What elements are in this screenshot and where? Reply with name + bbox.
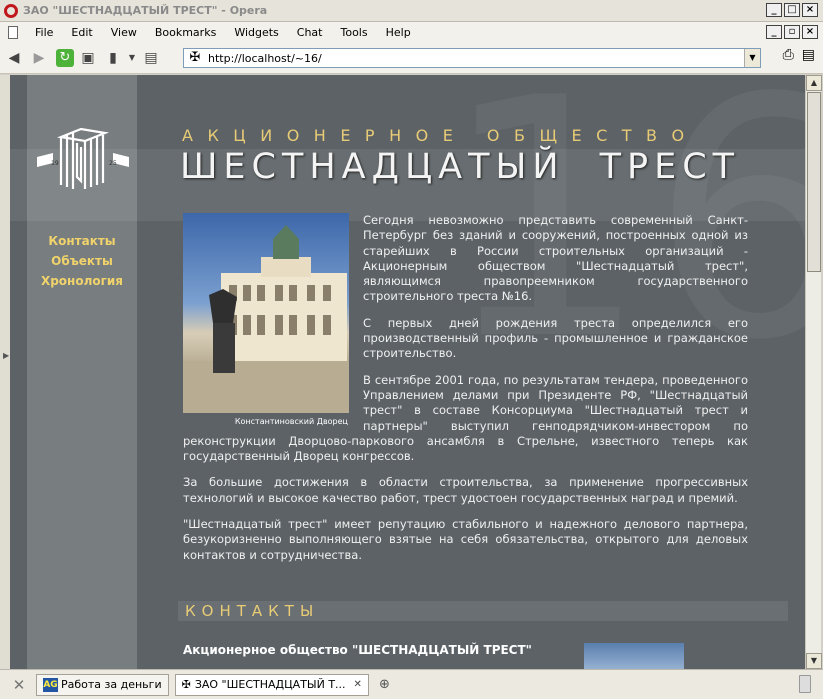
menu-widgets[interactable]: Widgets (225, 26, 287, 39)
paragraph-4: За большие достижения в области строител… (183, 475, 748, 505)
panel-icon[interactable]: ▤ (140, 47, 162, 69)
address-dropdown-icon[interactable]: ▼ (744, 49, 760, 67)
reload-icon[interactable]: ↻ (56, 48, 74, 67)
trash-can-icon[interactable] (799, 675, 811, 693)
tab-work-for-money[interactable]: AG Работа за деньги (36, 673, 169, 696)
logo-year-left: 19 (51, 160, 59, 167)
menu-file[interactable]: File (26, 26, 62, 39)
window-title: ЗАО "ШЕСТНАДЦАТЫЙ ТРЕСТ" - Opera (23, 4, 268, 17)
address-input[interactable]: http://localhost/~16/ (208, 52, 744, 65)
new-tab-icon[interactable]: ⊕ (379, 677, 390, 692)
window-controls: _ □ × (766, 3, 818, 17)
menu-edit[interactable]: Edit (62, 26, 101, 39)
menu-chat[interactable]: Chat (288, 26, 332, 39)
maximize-button[interactable]: □ (784, 3, 800, 17)
palace-photo-figure: Константиновский Дворец (183, 213, 349, 429)
scroll-up-icon[interactable]: ▲ (806, 75, 822, 91)
main-content: Константиновский Дворец Сегодня невозмож… (183, 213, 748, 574)
photo-caption: Константиновский Дворец (234, 417, 348, 426)
menu-tools[interactable]: Tools (332, 26, 377, 39)
company-name: Акционерное общество "ШЕСТНАДЦАТЫЙ ТРЕСТ… (183, 643, 532, 657)
navigation-toolbar: ◀ ▶ ↻ ▣ ▮ ▼ ▤ ✠ http://localhost/~16/ ▼ … (0, 42, 823, 74)
doc-close-button[interactable]: × (802, 25, 818, 39)
close-button[interactable]: × (802, 3, 818, 17)
camera-icon[interactable]: ▣ (77, 47, 99, 69)
back-arrow-icon[interactable]: ◀ (3, 47, 25, 69)
page-title: ШЕСТНАДЦАТЫЙ ТРЕСТ (180, 147, 741, 187)
site-cross-icon: ✠ (189, 50, 201, 65)
dropdown-arrow-icon[interactable]: ▼ (127, 47, 137, 69)
menu-help[interactable]: Help (377, 26, 420, 39)
menu-bookmarks[interactable]: Bookmarks (146, 26, 225, 39)
print-icon[interactable]: ⎙ (783, 47, 794, 63)
logo-year-right: 25 (109, 160, 117, 167)
palace-photo (183, 213, 349, 413)
toolbar-right: ⎙ ▤ (783, 47, 815, 63)
tab-close-icon[interactable]: ✕ (354, 679, 362, 690)
minimize-button[interactable]: _ (766, 3, 782, 17)
panel-grip[interactable]: ▶ (0, 75, 10, 669)
tab-label: Работа за деньги (61, 678, 162, 691)
vertical-scrollbar[interactable]: ▲ ▼ (805, 75, 822, 669)
contacts-section-title: КОНТАКТЫ (185, 602, 320, 620)
menu-view[interactable]: View (102, 26, 146, 39)
tab-shestnadtsatyi-trest[interactable]: ✠ ЗАО "ШЕСТНАДЦАТЫЙ Т... ✕ (174, 673, 369, 696)
doc-restore-button[interactable]: ▫ (784, 25, 800, 39)
site-cross-icon: ✠ (181, 678, 191, 691)
contacts-photo (584, 643, 684, 669)
company-logo-icon: 19 25 (37, 127, 129, 189)
trash-icon[interactable]: ▮ (102, 47, 124, 69)
nav-link-contacts[interactable]: Контакты (27, 231, 137, 251)
paragraph-5: "Шестнадцатый трест" имеет репутацию ста… (183, 517, 748, 562)
forward-arrow-icon[interactable]: ▶ (28, 47, 50, 69)
tab-bar: ✕ AG Работа за деньги ✠ ЗАО "ШЕСТНАДЦАТЫ… (0, 669, 823, 699)
panel-toggle-icon[interactable]: ▤ (802, 47, 815, 63)
address-bar[interactable]: ✠ http://localhost/~16/ ▼ (183, 48, 761, 68)
doc-minimize-button[interactable]: _ (766, 25, 782, 39)
tools-icon[interactable]: ✕ (8, 674, 30, 696)
nav-link-objects[interactable]: Объекты (27, 251, 137, 271)
site-nav: Контакты Объекты Хронология (27, 231, 137, 291)
ag-site-icon: AG (43, 677, 58, 692)
document-window-controls: _ ▫ × (766, 25, 818, 39)
page-viewport: 16 19 25 Контакты Объекты Хронология АКЦ… (10, 75, 805, 669)
tab-label: ЗАО "ШЕСТНАДЦАТЫЙ Т... (194, 678, 346, 691)
grip-arrow-icon: ▶ (3, 351, 10, 360)
page-over-title: АКЦИОНЕРНОЕ ОБЩЕСТВО (182, 126, 699, 145)
opera-logo-icon (4, 3, 18, 18)
scroll-thumb[interactable] (807, 92, 821, 272)
window-titlebar: ЗАО "ШЕСТНАДЦАТЫЙ ТРЕСТ" - Opera _ □ × (0, 0, 823, 22)
document-icon[interactable] (8, 25, 18, 39)
scroll-down-icon[interactable]: ▼ (806, 653, 822, 669)
menu-bar: File Edit View Bookmarks Widgets Chat To… (0, 22, 823, 42)
nav-link-chronology[interactable]: Хронология (27, 271, 137, 291)
